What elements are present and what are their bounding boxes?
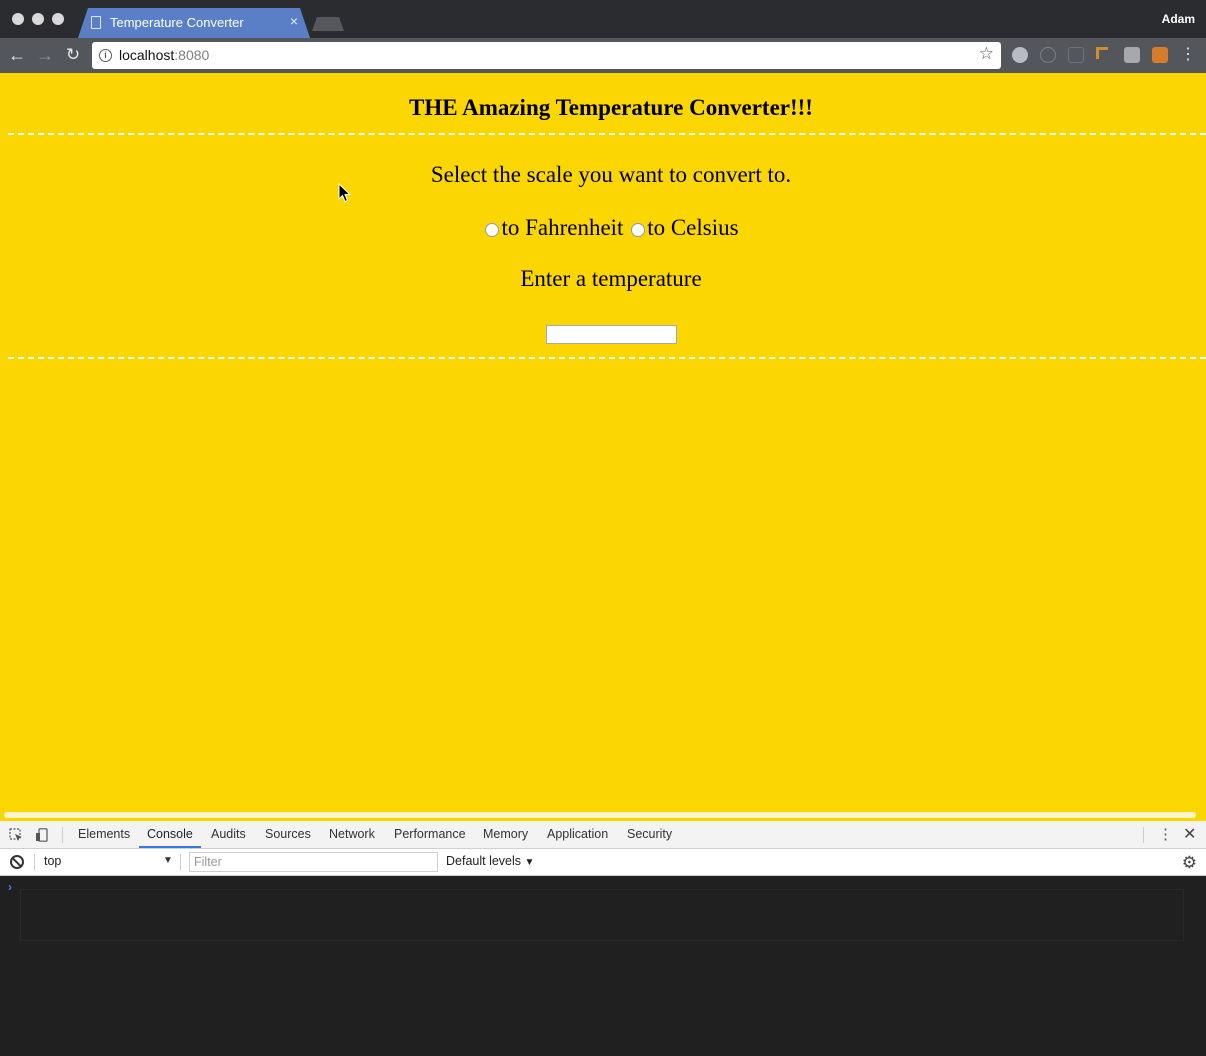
info-extension-icon[interactable] xyxy=(1040,47,1056,63)
celsius-radio[interactable] xyxy=(631,223,646,237)
reload-icon[interactable]: ↻ xyxy=(62,44,84,66)
devtools-tab-bar: Elements Console Audits Sources Network … xyxy=(0,821,1206,849)
scale-prompt: Select the scale you want to convert to. xyxy=(430,162,792,187)
tab-performance[interactable]: Performance xyxy=(394,827,466,841)
url-text[interactable]: localhost:8080 xyxy=(119,47,209,63)
tab-memory[interactable]: Memory xyxy=(483,827,528,841)
console-filter-bar: top ▼ Filter Default levels ▼ ⚙ xyxy=(0,849,1206,876)
page-viewport: THE Amazing Temperature Converter!!! Sel… xyxy=(0,73,1206,821)
close-window-button[interactable] xyxy=(12,13,24,25)
cloud-extension-icon[interactable] xyxy=(1012,47,1028,63)
console-panel[interactable]: › xyxy=(0,876,1206,1056)
tab-security[interactable]: Security xyxy=(627,827,672,841)
site-info-icon[interactable]: i xyxy=(99,49,112,62)
tab-network[interactable]: Network xyxy=(329,827,375,841)
tab-application[interactable]: Application xyxy=(547,827,608,841)
chevron-down-icon: ▼ xyxy=(524,857,535,868)
devtools-menu-icon[interactable]: ⋮ xyxy=(1158,825,1173,843)
browser-tab[interactable]: Temperature Converter × xyxy=(78,8,310,38)
device-toolbar-icon[interactable] xyxy=(35,828,49,842)
browser-titlebar: Temperature Converter × Adam xyxy=(0,0,1206,38)
minimize-window-button[interactable] xyxy=(32,13,44,25)
console-filter-input[interactable]: Filter xyxy=(189,852,438,872)
horizontal-scrollbar[interactable] xyxy=(4,812,1196,818)
tab-console[interactable]: Console xyxy=(147,827,193,841)
notification-extension-icon[interactable] xyxy=(1152,47,1168,63)
bookmark-star-icon[interactable]: ☆ xyxy=(979,44,994,64)
tab-title: Temperature Converter xyxy=(110,15,244,30)
devtools-separator xyxy=(1143,827,1144,843)
redux-extension-icon[interactable] xyxy=(1096,47,1108,59)
counter-extension-icon[interactable] xyxy=(1124,47,1140,63)
filterbar-separator xyxy=(180,854,181,870)
celsius-label[interactable]: to Celsius xyxy=(647,215,738,240)
fahrenheit-label[interactable]: to Fahrenheit xyxy=(501,215,623,240)
maximize-window-button[interactable] xyxy=(52,13,64,25)
gear-icon[interactable]: ⚙ xyxy=(1182,853,1197,873)
temperature-prompt: Enter a temperature xyxy=(520,266,702,291)
clear-console-icon[interactable] xyxy=(10,855,24,869)
document-icon xyxy=(91,16,101,29)
page-heading: THE Amazing Temperature Converter!!! xyxy=(409,95,813,120)
address-bar[interactable]: i localhost:8080 ☆ xyxy=(92,42,1001,69)
inspect-element-icon[interactable] xyxy=(9,828,23,842)
mouse-cursor-icon xyxy=(338,183,352,203)
devtools-separator xyxy=(62,827,63,843)
log-levels-dropdown[interactable]: Default levels ▼ xyxy=(446,854,534,868)
back-arrow-icon[interactable]: ← xyxy=(6,44,28,66)
console-prompt-icon: › xyxy=(8,880,12,894)
cast-extension-icon[interactable] xyxy=(1068,47,1084,63)
scale-radio-group: to Fahrenheit to Celsius xyxy=(0,215,1206,241)
tab-sources[interactable]: Sources xyxy=(265,827,311,841)
fahrenheit-radio[interactable] xyxy=(485,223,500,237)
browser-menu-icon[interactable]: ⋮ xyxy=(1177,44,1199,66)
forward-arrow-icon[interactable]: → xyxy=(34,44,56,66)
profile-name[interactable]: Adam xyxy=(1162,12,1195,26)
new-tab-button[interactable] xyxy=(312,17,344,31)
tab-elements[interactable]: Elements xyxy=(78,827,130,841)
context-selector[interactable]: top xyxy=(44,854,61,868)
tab-close-icon[interactable]: × xyxy=(290,13,298,29)
filterbar-separator xyxy=(34,854,35,870)
chevron-down-icon[interactable]: ▼ xyxy=(163,855,173,866)
tab-audits[interactable]: Audits xyxy=(211,827,246,841)
devtools-close-icon[interactable]: ✕ xyxy=(1183,824,1196,844)
top-dashed-divider xyxy=(8,133,1206,135)
temperature-input[interactable] xyxy=(546,325,677,344)
active-tab-indicator xyxy=(139,846,201,848)
console-input[interactable] xyxy=(20,889,1184,941)
browser-toolbar: ← → ↻ i localhost:8080 ☆ ⋮ xyxy=(0,38,1206,73)
bottom-dashed-divider xyxy=(8,357,1206,359)
